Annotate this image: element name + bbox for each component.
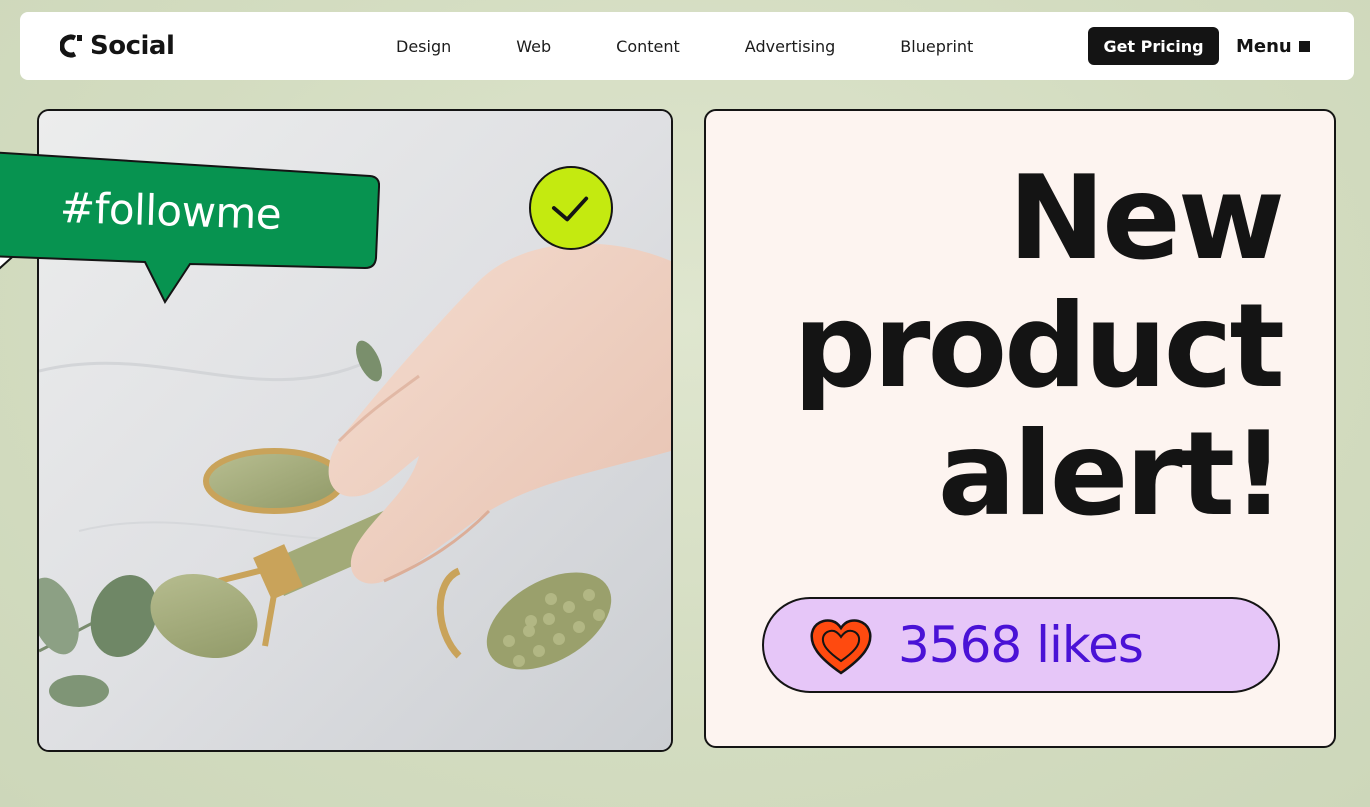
hashtag-label: #followme <box>59 183 282 239</box>
nav-item-content[interactable]: Content <box>616 37 680 56</box>
heart-icon <box>810 619 872 675</box>
main-nav: Design Web Content Advertising Blueprint <box>396 12 1038 80</box>
brand-name: Social <box>90 31 175 61</box>
verified-badge <box>529 166 613 250</box>
square-icon <box>1298 40 1310 52</box>
menu-label: Menu <box>1236 35 1292 57</box>
brand-logo[interactable]: Social <box>60 30 175 62</box>
headline-line-3: alert! <box>937 407 1285 542</box>
site-header: Social Design Web Content Advertising Bl… <box>20 12 1354 80</box>
nav-item-design[interactable]: Design <box>396 37 451 56</box>
nav-item-web[interactable]: Web <box>516 37 551 56</box>
likes-count: 3568 likes <box>898 616 1144 674</box>
headline: New product alert! <box>722 151 1285 542</box>
nav-item-advertising[interactable]: Advertising <box>745 37 836 56</box>
likes-pill[interactable]: 3568 likes <box>762 597 1280 693</box>
get-pricing-button[interactable]: Get Pricing <box>1088 27 1219 65</box>
logo-mark-icon <box>60 34 82 58</box>
menu-button[interactable]: Menu <box>1236 34 1310 58</box>
announcement-card: New product alert! 3568 likes <box>704 109 1336 748</box>
check-icon <box>551 196 589 222</box>
headline-line-2: product <box>793 279 1285 414</box>
nav-item-blueprint[interactable]: Blueprint <box>900 37 973 56</box>
headline-line-1: New <box>1008 151 1285 286</box>
